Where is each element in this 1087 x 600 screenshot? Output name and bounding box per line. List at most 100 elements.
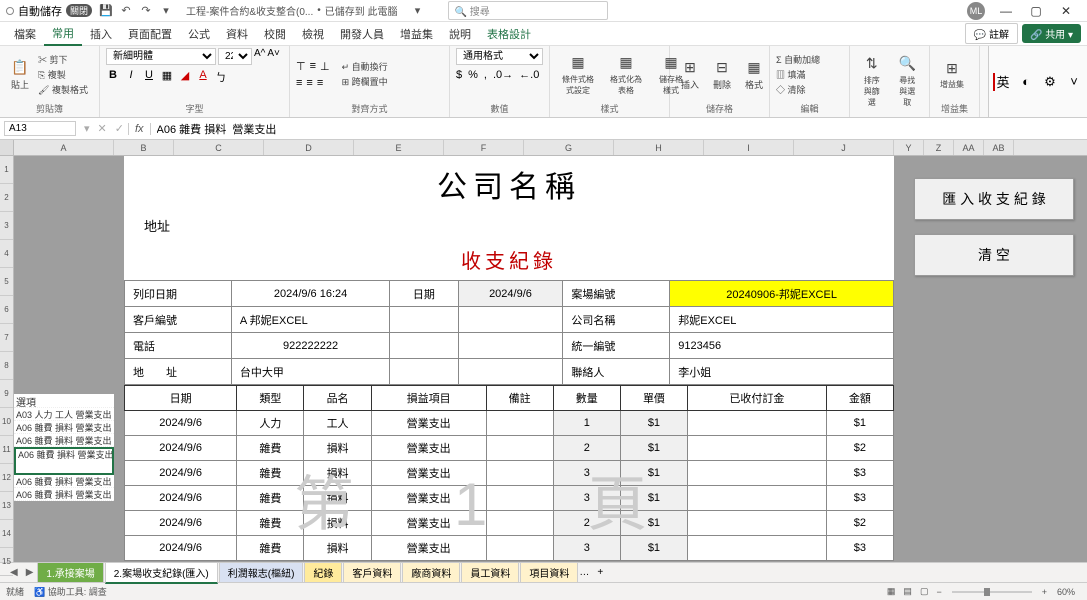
tab-table-design[interactable]: 表格設計 <box>479 23 539 45</box>
col-header[interactable]: C <box>174 140 264 155</box>
table-cell[interactable] <box>688 536 827 561</box>
autosave-toggle[interactable]: 關閉 <box>66 4 92 17</box>
row-header[interactable]: 3 <box>0 212 13 240</box>
save-icon[interactable]: 💾 <box>98 3 114 19</box>
zoom-level[interactable]: 60% <box>1051 587 1081 597</box>
row-header[interactable]: 10 <box>0 408 13 436</box>
table-cell[interactable]: $1 <box>620 436 687 461</box>
undo-icon[interactable]: ↶ <box>118 3 134 19</box>
table-cell[interactable]: 2024/9/6 <box>125 536 237 561</box>
col-header[interactable]: D <box>264 140 354 155</box>
wrap-text-button[interactable]: ↵ 自動換行 <box>342 60 388 73</box>
search-input[interactable]: 🔍 搜尋 <box>448 1 608 20</box>
table-row[interactable]: 2024/9/6人力工人營業支出1$1$1 <box>125 411 894 436</box>
view-pagebreak-icon[interactable]: ▢ <box>916 586 933 597</box>
font-color-button[interactable]: A <box>196 69 210 85</box>
sheet-tab[interactable]: 1.承接案場 <box>37 562 103 583</box>
import-button[interactable]: 匯 入 收 支 紀 錄 <box>914 178 1074 220</box>
table-cell[interactable]: 3 <box>553 536 620 561</box>
dropdown-item[interactable]: A06 雜費 損料 營業支出 <box>14 447 114 475</box>
row-header[interactable]: 14 <box>0 520 13 548</box>
find-select-icon[interactable]: 🔍 <box>897 54 917 74</box>
fill-color-button[interactable]: ◢ <box>178 69 192 85</box>
table-cell[interactable] <box>486 536 553 561</box>
tab-developer[interactable]: 開發人員 <box>332 23 392 45</box>
addins-icon[interactable]: ⊞ <box>942 58 962 78</box>
tab-file[interactable]: 檔案 <box>6 23 44 45</box>
table-cell[interactable]: $1 <box>620 486 687 511</box>
table-cell[interactable]: 2024/9/6 <box>125 461 237 486</box>
redo-icon[interactable]: ↷ <box>138 3 154 19</box>
table-row[interactable]: 2024/9/6雜費損料營業支出3$1$3 <box>125 536 894 561</box>
sheet-tab[interactable]: 紀錄 <box>304 562 342 583</box>
tab-nav-next-icon[interactable]: ▶ <box>22 567 38 578</box>
cut-button[interactable]: ✂ 剪下 <box>38 53 88 66</box>
tab-addins[interactable]: 增益集 <box>392 23 441 45</box>
col-header[interactable]: A <box>14 140 114 155</box>
sheet-tab[interactable]: 廠商資料 <box>402 562 460 583</box>
table-cell[interactable] <box>688 436 827 461</box>
name-box[interactable] <box>4 121 76 136</box>
paste-icon[interactable]: 📋 <box>10 57 30 77</box>
sheet-tab[interactable]: 2.案場收支紀錄(匯入) <box>105 562 218 584</box>
dropdown-item[interactable]: A06 雜費 損料 營業支出 <box>14 421 114 434</box>
increase-font-icon[interactable]: A^ <box>254 48 265 65</box>
table-cell[interactable]: 雜費 <box>237 511 304 536</box>
col-header[interactable]: E <box>354 140 444 155</box>
table-cell[interactable]: $1 <box>620 536 687 561</box>
italic-button[interactable]: I <box>124 69 138 85</box>
table-cell[interactable]: 營業支出 <box>371 511 486 536</box>
row-header[interactable]: 11 <box>0 436 13 464</box>
col-header[interactable]: Z <box>924 140 954 155</box>
table-cell[interactable]: 損料 <box>304 436 371 461</box>
zoom-in-icon[interactable]: + <box>1038 587 1051 597</box>
table-cell[interactable]: 1 <box>553 411 620 436</box>
table-cell[interactable] <box>688 461 827 486</box>
font-size-select[interactable]: 22 <box>218 48 252 65</box>
sheet-tab[interactable]: 客戶資料 <box>343 562 401 583</box>
table-cell[interactable] <box>486 411 553 436</box>
collapse-ribbon-icon[interactable]: ˅ <box>1065 73 1083 91</box>
dropdown-item[interactable]: A06 雜費 損料 營業支出 <box>14 434 114 447</box>
table-cell[interactable]: 損料 <box>304 486 371 511</box>
tab-formulas[interactable]: 公式 <box>180 23 218 45</box>
bold-button[interactable]: B <box>106 69 120 85</box>
tab-home[interactable]: 常用 <box>44 22 82 46</box>
col-header[interactable]: J <box>794 140 894 155</box>
dropdown-item[interactable]: A06 雜費 損料 營業支出 <box>14 488 114 501</box>
enter-formula-icon[interactable]: ✓ <box>111 122 128 135</box>
fill-button[interactable]: ▥ 填滿 <box>776 68 820 81</box>
formula-input[interactable] <box>151 122 1087 136</box>
tab-data[interactable]: 資料 <box>218 23 256 45</box>
row-header[interactable]: 12 <box>0 464 13 492</box>
table-cell[interactable] <box>486 486 553 511</box>
table-cell[interactable]: 2024/9/6 <box>125 486 237 511</box>
autosave-indicator[interactable] <box>6 7 14 15</box>
table-cell[interactable]: $3 <box>826 461 893 486</box>
table-cell[interactable]: 營業支出 <box>371 486 486 511</box>
align-middle-icon[interactable]: ≡ <box>310 60 316 73</box>
align-bottom-icon[interactable]: ⊥ <box>320 60 330 73</box>
table-cell[interactable]: 營業支出 <box>371 461 486 486</box>
col-header[interactable]: H <box>614 140 704 155</box>
decrease-decimal-icon[interactable]: ←.0 <box>519 69 539 81</box>
col-header[interactable]: B <box>114 140 174 155</box>
font-name-select[interactable]: 新細明體 <box>106 48 216 65</box>
autosum-button[interactable]: Σ 自動加總 <box>776 53 820 66</box>
fx-icon[interactable]: fx <box>128 123 151 135</box>
col-header[interactable]: G <box>524 140 614 155</box>
sheet-tab[interactable]: 項目資料 <box>520 562 578 583</box>
zoom-out-icon[interactable]: − <box>932 587 945 597</box>
qat-dropdown-icon[interactable]: ▾ <box>158 3 174 19</box>
table-cell[interactable]: $2 <box>826 436 893 461</box>
sort-filter-icon[interactable]: ⇅ <box>862 54 882 74</box>
table-row[interactable]: 2024/9/6雜費損料營業支出2$1$2 <box>125 511 894 536</box>
col-header[interactable]: AA <box>954 140 984 155</box>
col-header[interactable]: Y <box>894 140 924 155</box>
new-sheet-icon[interactable]: + <box>589 567 611 578</box>
table-cell[interactable]: 2 <box>553 511 620 536</box>
ribbon-option-icon[interactable]: ⚙ <box>1041 73 1059 91</box>
col-header[interactable]: AB <box>984 140 1014 155</box>
table-cell[interactable] <box>486 461 553 486</box>
table-cell[interactable]: 雜費 <box>237 486 304 511</box>
